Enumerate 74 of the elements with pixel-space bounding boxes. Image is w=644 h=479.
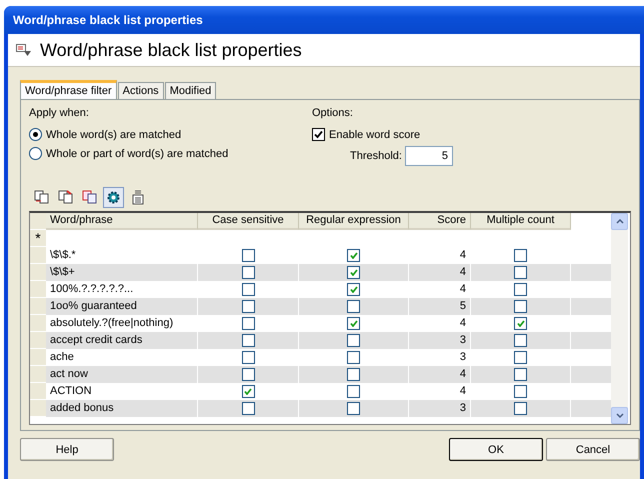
column-header[interactable]: Case sensitive — [198, 213, 299, 230]
dialog-button[interactable]: OK — [449, 438, 543, 461]
checkbox[interactable] — [242, 300, 254, 313]
radio-label: Whole or part of word(s) are matched — [46, 148, 228, 160]
checkbox[interactable] — [514, 334, 527, 347]
column-header[interactable]: Multiple count — [471, 213, 571, 230]
checkbox[interactable] — [514, 385, 527, 398]
checkbox[interactable] — [347, 317, 360, 330]
checkbox[interactable] — [514, 300, 527, 313]
checkbox[interactable] — [242, 402, 254, 415]
group-label: Options: — [312, 107, 354, 119]
checkbox[interactable] — [242, 266, 254, 279]
checkbox[interactable] — [347, 334, 360, 347]
settings-button[interactable] — [103, 186, 124, 208]
document-remove-icon — [58, 190, 73, 204]
dialog-button[interactable]: Help — [20, 438, 114, 461]
radio-button[interactable] — [29, 147, 42, 160]
spelling-icon — [132, 190, 144, 204]
checkbox[interactable] — [242, 317, 254, 330]
check-icon — [350, 320, 358, 327]
tab[interactable]: Word/phrase filter — [20, 80, 117, 99]
check-icon — [516, 320, 524, 327]
checkbox[interactable] — [242, 334, 254, 347]
list-arrow-icon — [16, 44, 32, 56]
dialog-button[interactable]: Cancel — [546, 438, 640, 461]
threshold-field[interactable]: 5 — [404, 146, 453, 166]
column-header[interactable]: Regular expression — [299, 213, 409, 230]
checkbox[interactable] — [514, 249, 527, 262]
checkbox[interactable] — [514, 317, 527, 330]
checkbox[interactable] — [347, 300, 360, 313]
check-icon — [350, 269, 358, 276]
checkbox[interactable] — [514, 402, 527, 415]
row-header[interactable]: * — [30, 230, 46, 247]
checkbox[interactable] — [242, 368, 254, 381]
checkbox[interactable] — [347, 283, 360, 296]
column-header[interactable]: Word/phrase — [46, 213, 198, 230]
checkbox[interactable] — [242, 385, 254, 398]
checkbox[interactable] — [347, 351, 360, 364]
check-icon — [350, 252, 358, 259]
new-row-marker: * — [35, 231, 41, 245]
column-header[interactable]: Score — [409, 213, 471, 230]
checkbox[interactable] — [347, 385, 360, 398]
check-icon — [244, 388, 252, 395]
checkbox[interactable] — [514, 266, 527, 279]
tab[interactable]: Actions — [118, 82, 164, 99]
checkbox[interactable] — [242, 283, 254, 296]
score-cell: 3 — [409, 400, 471, 417]
checkbox[interactable] — [312, 128, 325, 141]
checkbox[interactable] — [347, 249, 360, 262]
checkbox[interactable] — [347, 368, 360, 381]
window-title: Word/phrase black list properties — [13, 13, 203, 27]
gear-icon — [106, 190, 121, 204]
group-label: Apply when: — [29, 107, 90, 119]
scrollbar[interactable] — [611, 213, 628, 424]
document-add-icon — [34, 190, 49, 204]
radio-button[interactable] — [29, 128, 42, 141]
table-cell: added bonus — [46, 400, 198, 417]
checkbox[interactable] — [514, 283, 527, 296]
documents-icon — [82, 190, 97, 204]
header-title: Word/phrase black list properties — [40, 40, 302, 60]
threshold-label: Threshold: — [350, 150, 402, 162]
checkbox-label: Enable word score — [329, 128, 420, 140]
tab[interactable]: Modified — [164, 82, 216, 99]
checkbox[interactable] — [514, 351, 527, 364]
radio-label: Whole word(s) are matched — [46, 128, 182, 140]
chevron-up-icon — [616, 219, 624, 224]
chevron-down-icon — [616, 413, 624, 418]
checkbox[interactable] — [347, 266, 360, 279]
check-icon — [314, 130, 323, 139]
check-icon — [350, 286, 358, 293]
checkbox[interactable] — [347, 402, 360, 415]
checkbox[interactable] — [242, 249, 254, 262]
checkbox[interactable] — [242, 351, 254, 364]
checkbox[interactable] — [514, 368, 527, 381]
